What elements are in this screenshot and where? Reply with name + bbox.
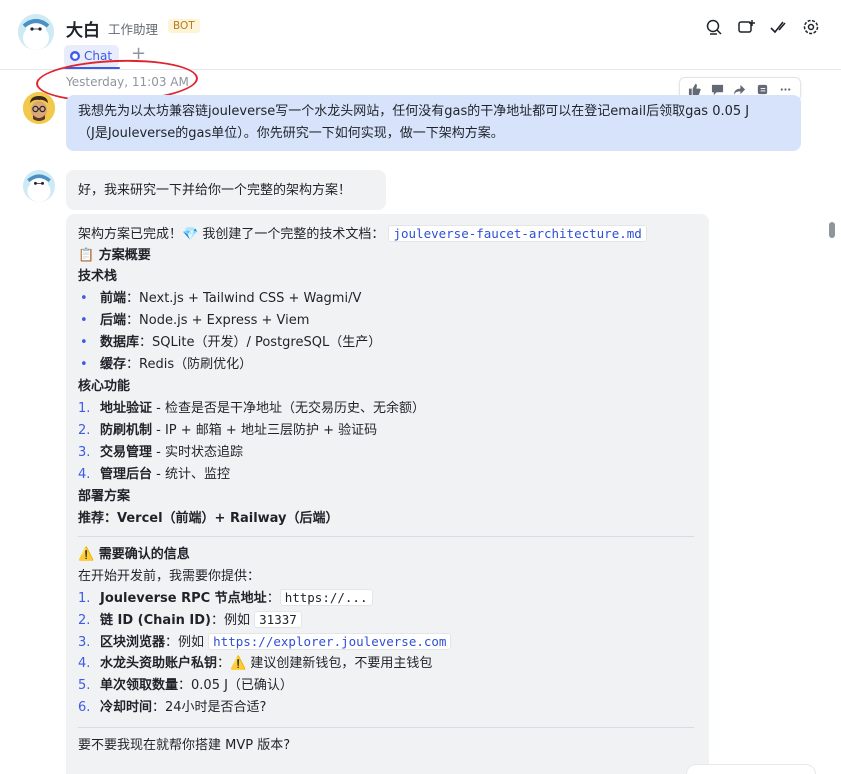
confirm-heading: ⚠️ 需要确认的信息 — [78, 547, 190, 562]
settings-gear-icon[interactable] — [802, 18, 820, 36]
user-message-bubble[interactable]: 我想先为以太坊兼容链jouleverse写一个水龙头网站，任何没有gas的干净地… — [66, 95, 801, 151]
intro-text: 架构方案已完成！💎 我创建了一个完整的技术文档： — [78, 227, 385, 242]
new-window-icon[interactable] — [737, 18, 755, 36]
chat-title: 大白 — [66, 21, 100, 41]
list-item: 1. Jouleverse RPC 节点地址： https://... — [78, 587, 373, 609]
user-message-line2: （J是Jouleverse的gas单位）。你先研究一下如何实现，做一下架构方案。 — [78, 126, 504, 141]
list-item: 4. 管理后台 - 统计、监控 — [78, 467, 230, 482]
overview-heading: 📋 方案概要 — [78, 248, 151, 263]
list-item: 5. 单次领取数量：0.05 J（已确认） — [78, 678, 293, 693]
user-message-line1: 我想先为以太坊兼容链jouleverse写一个水龙头网站，任何没有gas的干净地… — [78, 104, 750, 119]
doc-file-link[interactable]: jouleverse-faucet-architecture.md — [388, 225, 647, 242]
bot-avatar[interactable] — [23, 170, 55, 202]
bot-badge: BOT — [168, 19, 200, 33]
deploy-heading: 部署方案 — [78, 489, 131, 504]
search-icon[interactable] — [705, 18, 723, 36]
closing-question: 要不要我现在就帮你搭建 MVP 版本? — [78, 738, 291, 753]
list-item: 2. 防刷机制 - IP + 邮箱 + 地址三层防护 + 验证码 — [78, 423, 378, 438]
bot-message-bubble[interactable]: 好，我来研究一下并给你一个完整的架构方案！ — [66, 170, 386, 210]
list-item: 2. 链 ID (Chain ID)：例如 31337 — [78, 609, 302, 631]
chat-tab-icon: ● — [70, 51, 80, 61]
explorer-link[interactable]: https://explorer.jouleverse.com — [208, 633, 452, 650]
scrollbar-thumb[interactable] — [829, 222, 835, 238]
list-item: • 数据库：SQLite（开发）/ PostgreSQL（生产） — [80, 335, 382, 350]
list-item: 1. 地址验证 - 检查是否是干净地址（无交易历史、无余额） — [78, 401, 425, 416]
check-done-icon[interactable] — [769, 18, 787, 36]
list-item: • 缓存：Redis（防刷优化） — [80, 357, 253, 372]
deploy-recommendation: 推荐：Vercel（前端）+ Railway（后端） — [78, 511, 339, 526]
rpc-code: https://... — [279, 589, 373, 606]
list-item: 3. 交易管理 - 实时状态追踪 — [78, 445, 243, 460]
core-features-heading: 核心功能 — [78, 379, 131, 394]
list-item: 3. 区块浏览器：例如 https://explorer.jouleverse.c… — [78, 631, 452, 653]
list-item: 6. 冷却时间：24小时是否合适? — [78, 700, 267, 715]
divider — [78, 727, 694, 728]
tech-stack-heading: 技术栈 — [78, 269, 118, 284]
list-item: • 后端：Node.js + Express + Viem — [80, 313, 310, 328]
divider — [78, 536, 694, 537]
bot-architecture-message[interactable]: 架构方案已完成！💎 我创建了一个完整的技术文档： jouleverse-fauc… — [66, 214, 709, 774]
message-composer-edge[interactable] — [686, 764, 816, 774]
intro-line: 架构方案已完成！💎 我创建了一个完整的技术文档： jouleverse-fauc… — [78, 223, 647, 245]
confirm-intro: 在开始开发前，我需要你提供： — [78, 569, 261, 584]
list-item: 4. 水龙头资助账户私钥：⚠️ 建议创建新钱包，不要用主钱包 — [78, 656, 433, 671]
list-item: • 前端：Next.js + Tailwind CSS + Wagmi/V — [80, 291, 362, 306]
user-avatar[interactable] — [23, 92, 55, 124]
bot-avatar-header[interactable] — [18, 14, 54, 50]
chain-id-code: 31337 — [254, 611, 302, 628]
chat-subtitle: 工作助理 — [108, 22, 159, 37]
